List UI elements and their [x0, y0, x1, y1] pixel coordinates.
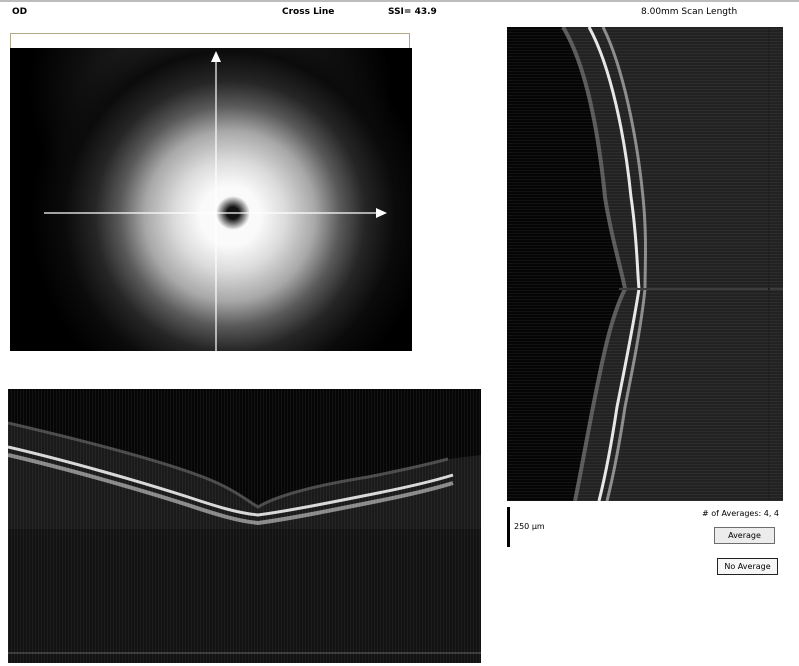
fundus-image[interactable] — [10, 48, 412, 351]
horizontal-scan-arrow-icon — [376, 208, 387, 218]
scale-bar — [507, 507, 510, 547]
ssi-label: SSI= 43.9 — [388, 7, 437, 17]
averages-count-label: # of Averages: 4, 4 — [702, 509, 780, 518]
horizontal-oct-scan[interactable] — [8, 389, 481, 663]
eye-label: OD — [12, 7, 28, 17]
scan-length-label: 8.00mm Scan Length — [641, 7, 738, 17]
average-button[interactable]: Average — [714, 527, 775, 544]
scale-label: 250 µm — [514, 522, 545, 531]
vertical-scan-arrow-icon — [211, 51, 221, 62]
horizontal-scan-speckle — [8, 389, 481, 663]
no-average-button[interactable]: No Average — [717, 558, 778, 575]
vertical-scan-speckle — [507, 27, 783, 501]
scan-type-label: Cross Line — [282, 7, 335, 17]
window-top-border — [0, 0, 799, 2]
vertical-oct-scan[interactable] — [507, 27, 783, 501]
fundus-title-strip — [10, 33, 410, 48]
scan-line-overlay — [44, 51, 387, 351]
